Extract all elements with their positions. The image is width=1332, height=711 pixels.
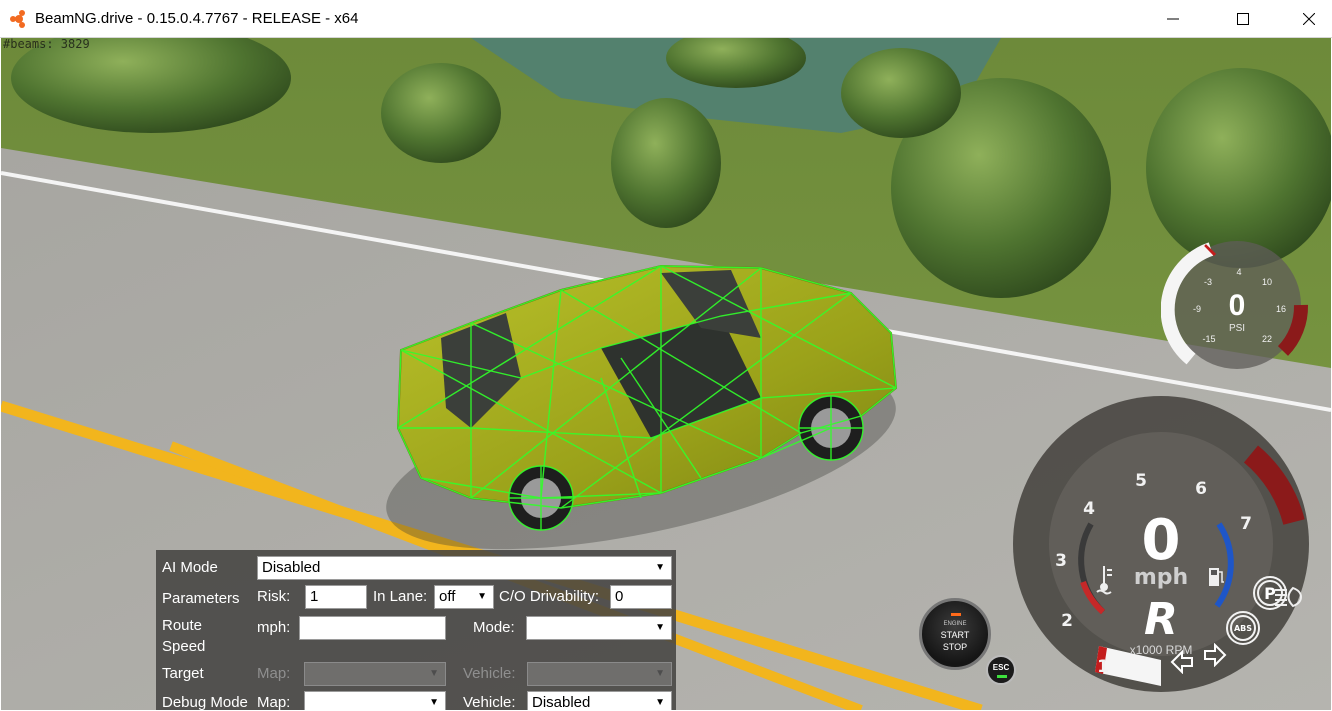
ai-mode-select[interactable]: Disabled ▼: [257, 556, 672, 580]
engine-status-led: [951, 613, 961, 616]
speed-mode-select[interactable]: ▼: [526, 616, 672, 640]
ai-mode-label: AI Mode: [162, 559, 218, 576]
rpm-tick: 5: [1135, 471, 1147, 491]
parking-brake-label: P: [1264, 584, 1276, 603]
esc-status-led: [997, 675, 1007, 678]
chevron-down-icon: ▼: [429, 697, 439, 708]
engine-start-stop-button[interactable]: ENGINE START STOP: [919, 598, 991, 670]
in-lane-value: off: [439, 588, 456, 605]
ai-mode-value: Disabled: [262, 559, 321, 576]
maximize-button[interactable]: [1220, 0, 1266, 38]
risk-label: Risk:: [257, 588, 291, 605]
rpm-tick: 6: [1195, 479, 1207, 499]
maximize-icon: [1237, 13, 1249, 25]
minimize-icon: [1167, 18, 1179, 20]
in-lane-select[interactable]: off ▼: [434, 585, 494, 609]
target-vehicle-label: Vehicle:: [463, 665, 516, 682]
chevron-down-icon: ▼: [655, 668, 665, 679]
rpm-tick: 1: [1097, 657, 1109, 677]
close-button[interactable]: [1286, 0, 1332, 38]
route-speed-label: Route: [162, 617, 203, 634]
turbo-tick: 16: [1276, 304, 1286, 314]
turbo-tick: -9: [1193, 304, 1201, 314]
arrow-left-icon: [1170, 650, 1193, 674]
esc-button[interactable]: ESC: [986, 655, 1016, 685]
co-drivability-input[interactable]: 0: [610, 585, 672, 609]
debug-vehicle-label: Vehicle:: [463, 694, 516, 710]
start-label: START: [940, 630, 970, 640]
turbo-tick: 4: [1236, 267, 1241, 277]
chevron-down-icon: ▼: [655, 697, 665, 708]
chevron-down-icon: ▼: [655, 562, 665, 573]
arrow-right-icon: [1204, 643, 1227, 667]
beams-counter: #beams: 3829: [3, 38, 90, 51]
turbo-tick: 10: [1262, 277, 1272, 287]
chevron-down-icon: ▼: [429, 668, 439, 679]
debug-map-label: Map:: [257, 694, 291, 710]
window-title: BeamNG.drive - 0.15.0.4.7767 - RELEASE -…: [35, 10, 359, 27]
rpm-tick: 4: [1083, 499, 1095, 519]
chevron-down-icon: ▼: [655, 622, 665, 633]
speed-unit: mph: [1134, 565, 1188, 590]
route-speed-input[interactable]: [299, 616, 446, 640]
mode-label: Mode:: [473, 619, 515, 636]
turbo-tick: -15: [1202, 334, 1215, 344]
turbo-gauge: -3 4 10 16 22 -9 -15 0 PSI: [1161, 241, 1308, 369]
stop-label: STOP: [942, 642, 968, 652]
beamng-app-icon: [10, 10, 25, 28]
ai-control-panel: AI Mode Disabled ▼ Parameters Risk: 1 In…: [156, 550, 676, 710]
debug-mode-label: Debug Mode: [162, 694, 248, 710]
in-lane-label: In Lane:: [373, 588, 428, 605]
speed-value: 0: [1142, 508, 1181, 573]
debug-vehicle-select[interactable]: Disabled ▼: [527, 691, 672, 710]
minimize-button[interactable]: [1150, 0, 1196, 38]
window-titlebar: BeamNG.drive - 0.15.0.4.7767 - RELEASE -…: [0, 0, 1332, 38]
target-vehicle-select: ▼: [527, 662, 672, 686]
gear-indicator: R: [1144, 594, 1178, 645]
debug-vehicle-value: Disabled: [532, 694, 591, 710]
engine-label: ENGINE: [943, 621, 967, 627]
co-drivability-label: C/O Drivability:: [499, 588, 600, 605]
co-drivability-value: 0: [615, 588, 624, 605]
route-speed-label-2: Speed: [162, 638, 206, 655]
turbo-unit: PSI: [1229, 323, 1245, 334]
parking-brake-indicator[interactable]: P: [1252, 575, 1288, 611]
rpm-tick: 7: [1240, 514, 1252, 534]
abs-label: ABS: [1234, 624, 1252, 633]
abs-indicator[interactable]: ABS: [1225, 610, 1261, 646]
rpm-tick: 2: [1061, 611, 1073, 631]
risk-value: 1: [310, 588, 319, 605]
turbo-tick: -3: [1204, 277, 1212, 287]
turbo-value: 0: [1229, 289, 1246, 322]
esc-label: ESC: [992, 663, 1010, 672]
debug-map-select[interactable]: ▼: [304, 691, 446, 710]
mph-label: mph:: [257, 619, 291, 636]
target-map-label: Map:: [257, 665, 291, 682]
target-label: Target: [162, 665, 204, 682]
close-icon: [1303, 13, 1315, 25]
rpm-tick: 3: [1055, 551, 1067, 571]
target-map-select: ▼: [304, 662, 446, 686]
chevron-down-icon: ▼: [477, 591, 487, 602]
risk-input[interactable]: 1: [305, 585, 367, 609]
parameters-label: Parameters: [162, 590, 240, 607]
turbo-tick: 22: [1262, 334, 1272, 344]
game-viewport[interactable]: #beams: 3829 -3 4 10 16 22 -9 -15 0 PSI: [1, 38, 1331, 710]
